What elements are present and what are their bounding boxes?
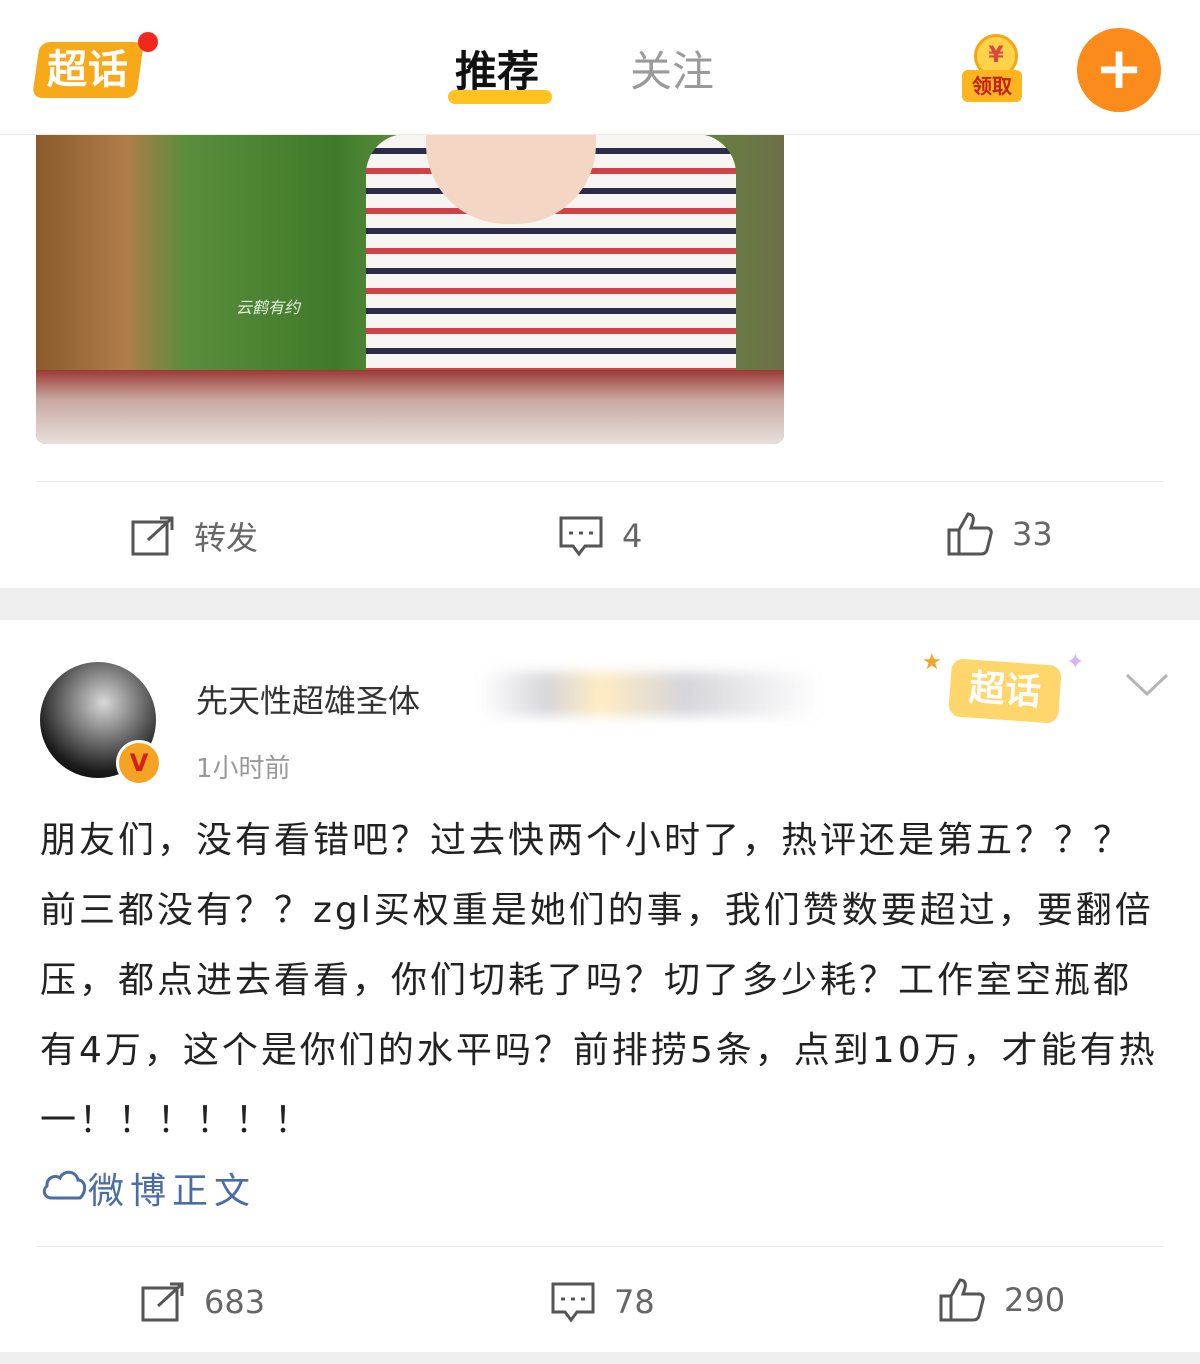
divider (36, 1246, 1164, 1247)
image-table (36, 370, 784, 444)
tab-following[interactable]: 关注 (630, 44, 714, 100)
comment-icon (550, 1280, 596, 1324)
username[interactable]: 先天性超雄圣体 (196, 676, 420, 722)
repost-button[interactable]: 683 (140, 1278, 265, 1326)
image-watermark: 云鹤有约 (236, 298, 301, 317)
post-time: 1小时前 (196, 754, 291, 784)
reward-button[interactable]: ¥ 领取 (962, 34, 1022, 106)
obscured-topic (480, 672, 820, 716)
source-link-label: 微博正文 (88, 1171, 257, 1212)
chevron-down-icon[interactable] (1124, 670, 1170, 704)
supertopic-badge[interactable]: 超话 (948, 658, 1062, 724)
post-separator (0, 588, 1200, 620)
star-sparkle-icon: ★ (922, 650, 942, 675)
repost-button[interactable]: 转发 (130, 512, 258, 560)
cloud-icon (40, 1166, 88, 1211)
active-tab-indicator (448, 90, 552, 104)
comment-icon (558, 514, 604, 558)
comment-button[interactable]: 4 (558, 512, 642, 560)
post-separator (0, 1352, 1200, 1364)
post-body[interactable]: 朋友们，没有看错吧？过去快两个小时了，热评还是第五？？？前三都没有？？zgl买权… (40, 806, 1160, 1156)
like-count: 290 (1004, 1281, 1066, 1319)
verified-v-icon: V (116, 740, 162, 786)
repost-label: 转发 (194, 519, 259, 557)
like-button[interactable]: 290 (938, 1276, 1065, 1324)
post-image[interactable]: 云鹤有约 (36, 134, 784, 444)
top-bar: 超话 推荐 关注 ¥ 领取 + (0, 0, 1200, 135)
comment-count: 78 (614, 1283, 655, 1321)
thumbs-up-icon (946, 510, 994, 558)
reward-label: 领取 (962, 70, 1022, 102)
supertopic-logo[interactable]: 超话 (32, 42, 144, 98)
repost-icon (130, 514, 176, 558)
comment-count: 4 (622, 517, 643, 555)
thumbs-up-icon (938, 1276, 986, 1324)
create-post-button[interactable]: + (1077, 28, 1161, 112)
weibo-source-link[interactable]: 微博正文 (40, 1160, 256, 1216)
logo-text: 超话 (47, 47, 129, 93)
divider (36, 481, 1164, 482)
like-button[interactable]: 33 (946, 510, 1053, 558)
notification-dot (138, 32, 158, 52)
sparkle-icon: ✦ (1066, 650, 1085, 675)
comment-button[interactable]: 78 (550, 1278, 655, 1326)
repost-count: 683 (204, 1283, 266, 1321)
repost-icon (140, 1280, 186, 1324)
like-count: 33 (1012, 515, 1053, 553)
